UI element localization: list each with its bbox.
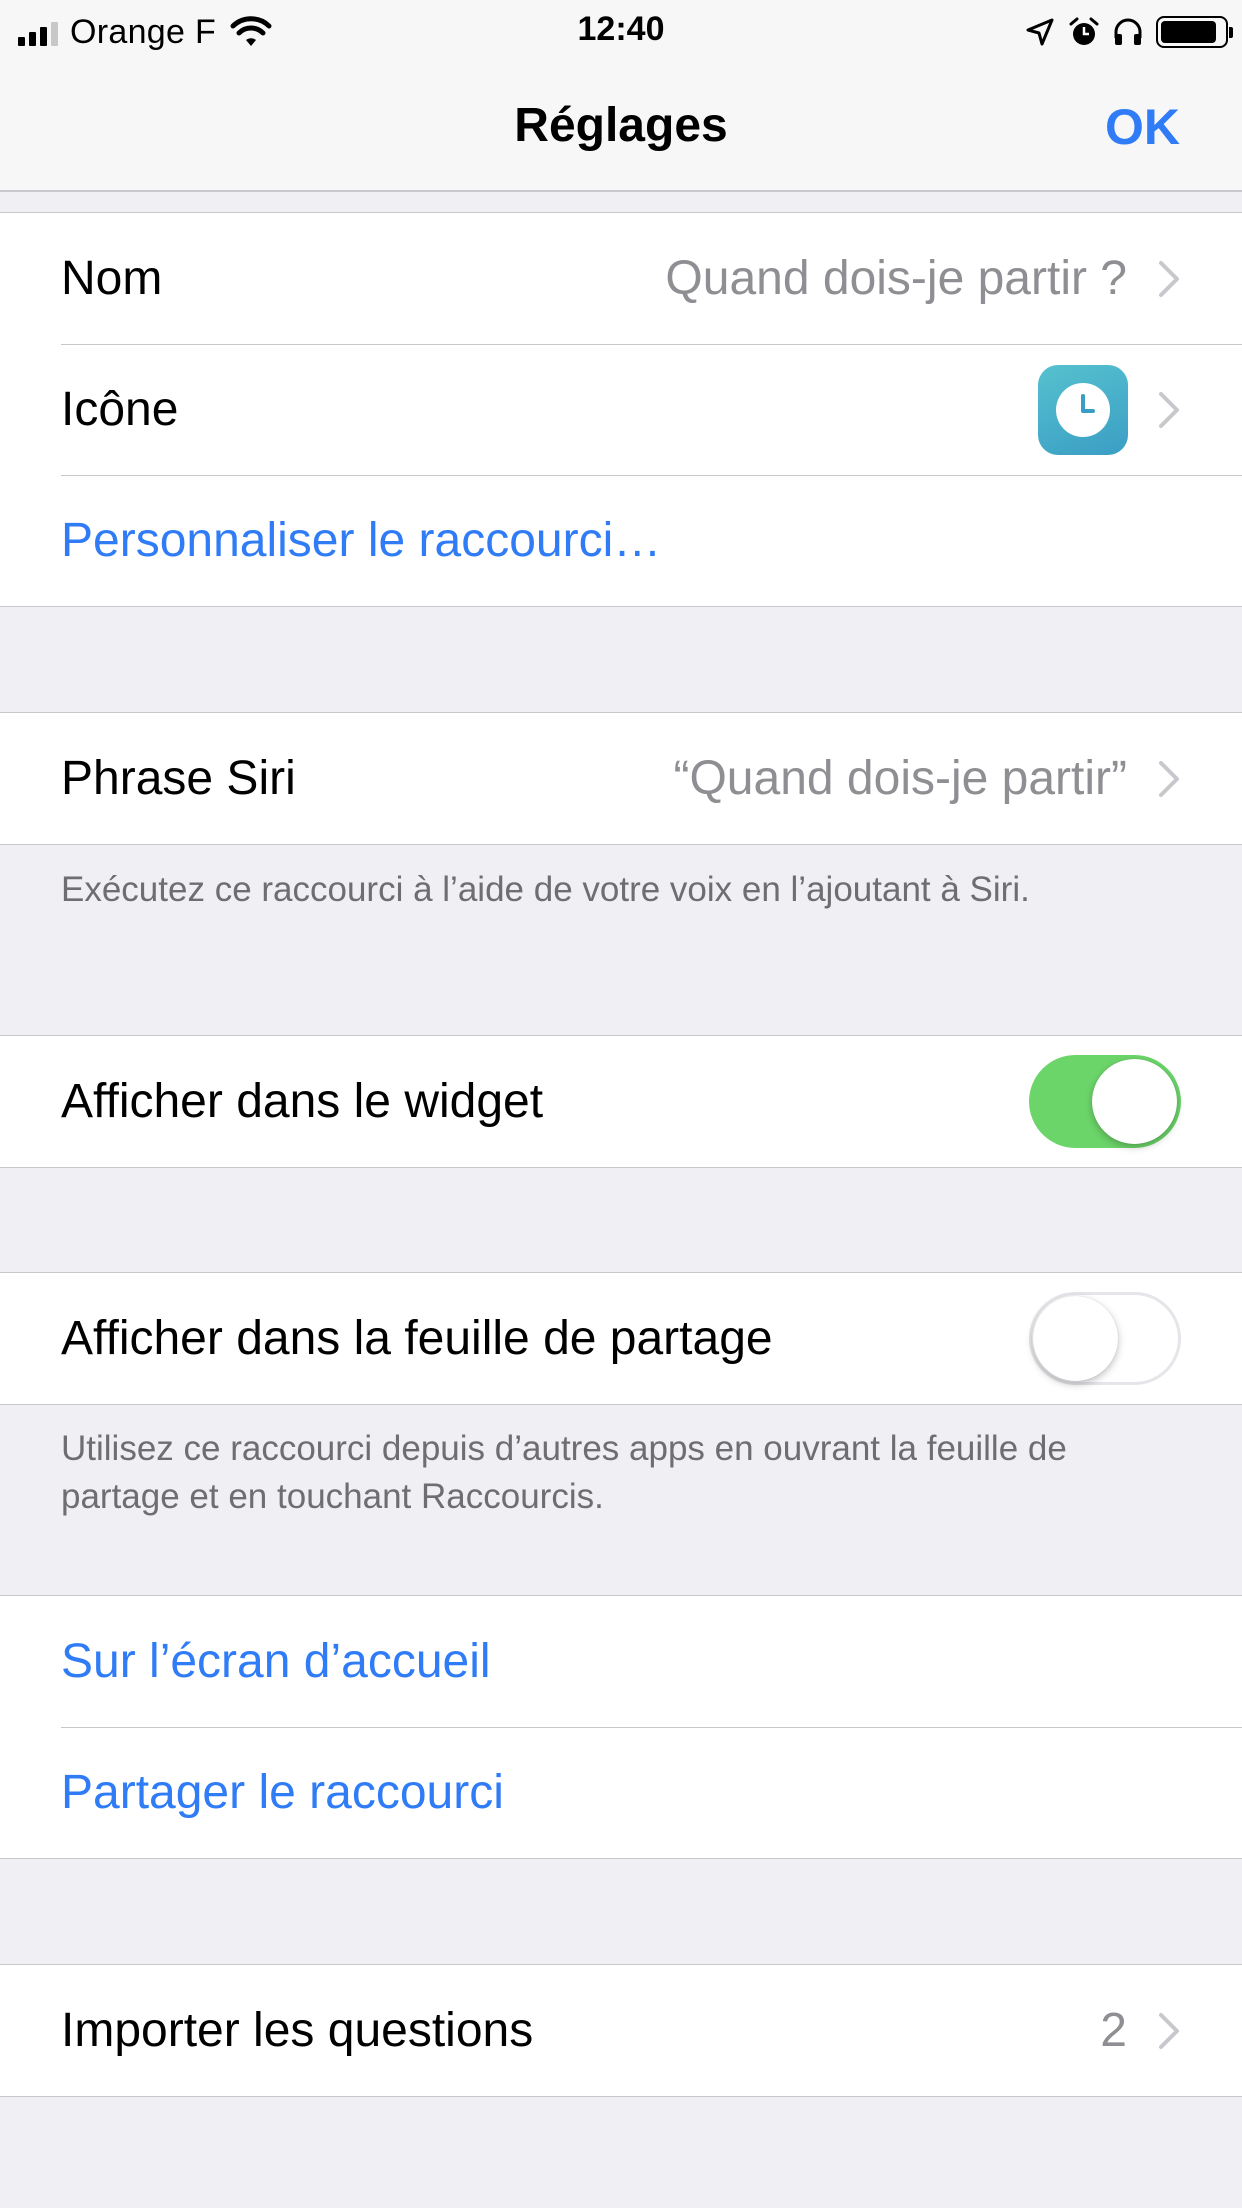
home-screen-row[interactable]: Sur l’écran d’accueil bbox=[0, 1596, 1242, 1727]
icon-label: Icône bbox=[61, 383, 179, 436]
customize-shortcut-link[interactable]: Personnaliser le raccourci… bbox=[61, 475, 661, 606]
import-questions-row[interactable]: Importer les questions 2 bbox=[0, 1965, 1242, 2096]
ok-button[interactable]: OK bbox=[1105, 98, 1180, 156]
icon-row[interactable]: Icône bbox=[0, 344, 1242, 475]
actions-group: Sur l’écran d’accueil Partager le raccou… bbox=[0, 1595, 1242, 1859]
status-bar-right bbox=[1024, 12, 1233, 52]
share-shortcut-link[interactable]: Partager le raccourci bbox=[61, 1727, 504, 1858]
widget-group: Afficher dans le widget bbox=[0, 1035, 1242, 1168]
name-row[interactable]: Nom Quand dois-je partir ? bbox=[0, 213, 1242, 344]
share-sheet-group: Afficher dans la feuille de partage bbox=[0, 1272, 1242, 1405]
customize-shortcut-row[interactable]: Personnaliser le raccourci… bbox=[0, 475, 1242, 606]
import-questions-label: Importer les questions bbox=[61, 2004, 534, 2057]
name-value: Quand dois-je partir ? bbox=[665, 252, 1127, 305]
siri-phrase-label: Phrase Siri bbox=[61, 752, 296, 805]
chevron-right-icon bbox=[1159, 391, 1179, 428]
navigation-bar: Réglages OK bbox=[0, 62, 1242, 192]
clock-icon bbox=[1056, 383, 1110, 437]
widget-row: Afficher dans le widget bbox=[0, 1036, 1242, 1167]
import-group: Importer les questions 2 bbox=[0, 1964, 1242, 2097]
chevron-right-icon bbox=[1159, 2012, 1179, 2049]
siri-phrase-row[interactable]: Phrase Siri “Quand dois-je partir” bbox=[0, 713, 1242, 844]
headphones-icon bbox=[1114, 18, 1142, 45]
widget-label: Afficher dans le widget bbox=[61, 1075, 544, 1128]
siri-footer-note: Exécutez ce raccourci à l’aide de votre … bbox=[61, 870, 1030, 909]
shortcut-app-icon bbox=[1038, 365, 1128, 455]
status-bar: Orange F 12:40 bbox=[0, 0, 1242, 62]
alarm-icon bbox=[1069, 17, 1099, 45]
chevron-right-icon bbox=[1159, 260, 1179, 297]
share-sheet-toggle[interactable] bbox=[1029, 1292, 1181, 1385]
share-sheet-footer-note: Utilisez ce raccourci depuis d’autres ap… bbox=[61, 1429, 1067, 1516]
add-to-home-screen-link[interactable]: Sur l’écran d’accueil bbox=[61, 1596, 491, 1727]
battery-icon bbox=[1156, 16, 1233, 48]
siri-phrase-group: Phrase Siri “Quand dois-je partir” bbox=[0, 712, 1242, 845]
share-sheet-label: Afficher dans la feuille de partage bbox=[61, 1312, 773, 1365]
location-arrow-icon bbox=[1026, 18, 1054, 46]
chevron-right-icon bbox=[1159, 760, 1179, 797]
share-shortcut-row[interactable]: Partager le raccourci bbox=[0, 1727, 1242, 1858]
import-questions-count: 2 bbox=[1100, 2004, 1127, 2057]
siri-phrase-value: “Quand dois-je partir” bbox=[673, 752, 1127, 805]
name-label: Nom bbox=[61, 252, 163, 305]
page-title: Réglages bbox=[514, 99, 728, 152]
widget-toggle[interactable] bbox=[1029, 1055, 1181, 1148]
shortcut-info-group: Nom Quand dois-je partir ? Icône Personn… bbox=[0, 212, 1242, 607]
share-sheet-row: Afficher dans la feuille de partage bbox=[0, 1273, 1242, 1404]
